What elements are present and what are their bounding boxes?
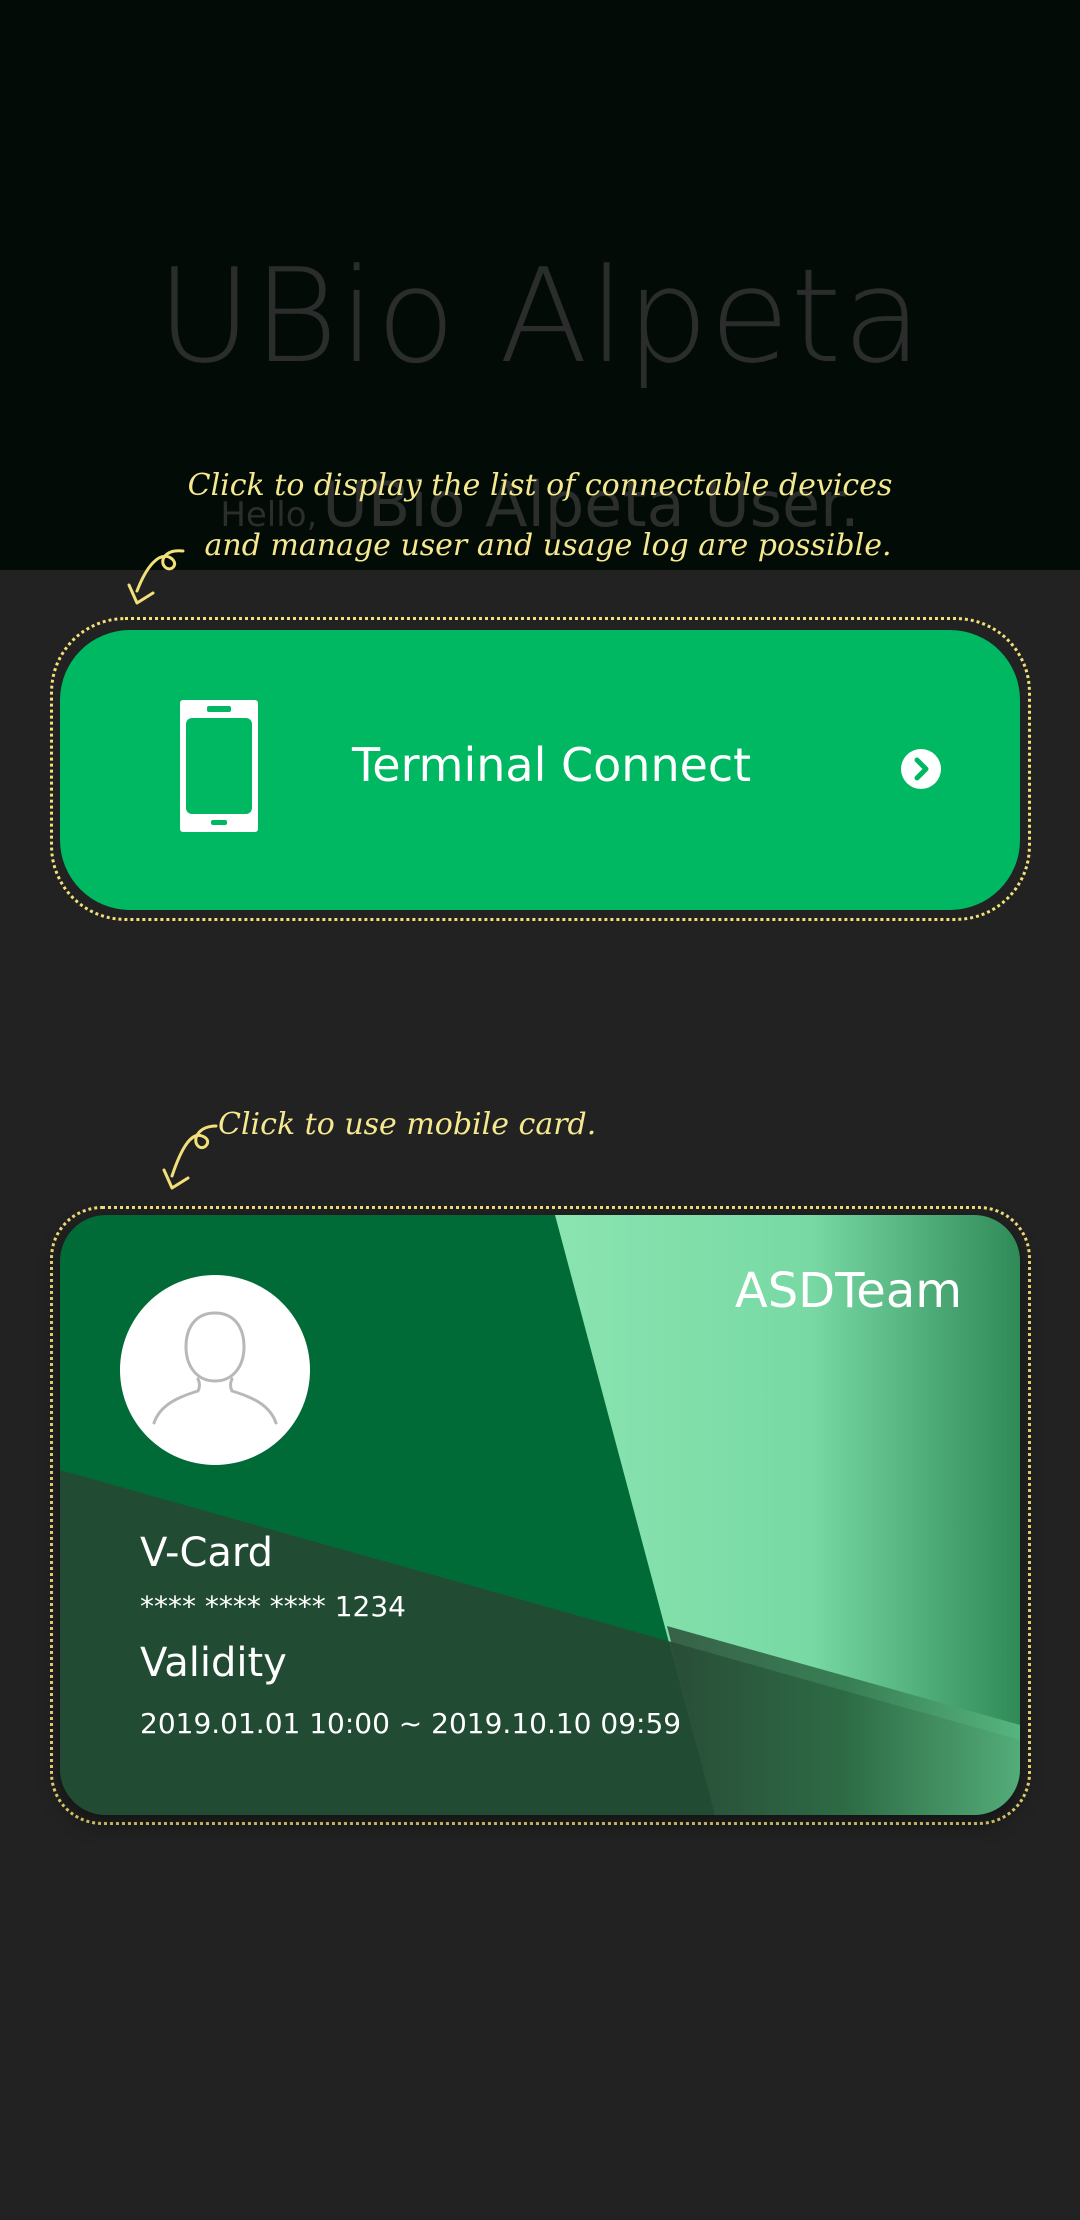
terminal-hint-line1: Click to display the list of connectable… [187, 468, 893, 503]
card-validity-value: 2019.01.01 10:00 ~ 2019.10.10 09:59 [140, 1707, 682, 1740]
mobile-card[interactable]: ASDTeam V-Card **** **** **** 1234 Valid… [60, 1215, 1020, 1815]
card-team: ASDTeam [734, 1263, 962, 1319]
chevron-right-circle-icon[interactable] [900, 748, 942, 790]
hint-arrow-icon [127, 549, 185, 605]
card-hint: Click to use mobile card. [218, 1107, 597, 1142]
card-name: V-Card [140, 1530, 274, 1576]
terminal-connect-button[interactable]: Terminal Connect [60, 630, 1020, 910]
card-validity-label: Validity [140, 1640, 287, 1686]
card-number: **** **** **** 1234 [140, 1590, 406, 1623]
phone-icon [180, 700, 258, 832]
hint-arrow-icon [162, 1124, 218, 1190]
user-avatar-icon [120, 1275, 310, 1465]
terminal-connect-label: Terminal Connect [352, 738, 752, 792]
app-title: UBio Alpeta [156, 240, 924, 392]
